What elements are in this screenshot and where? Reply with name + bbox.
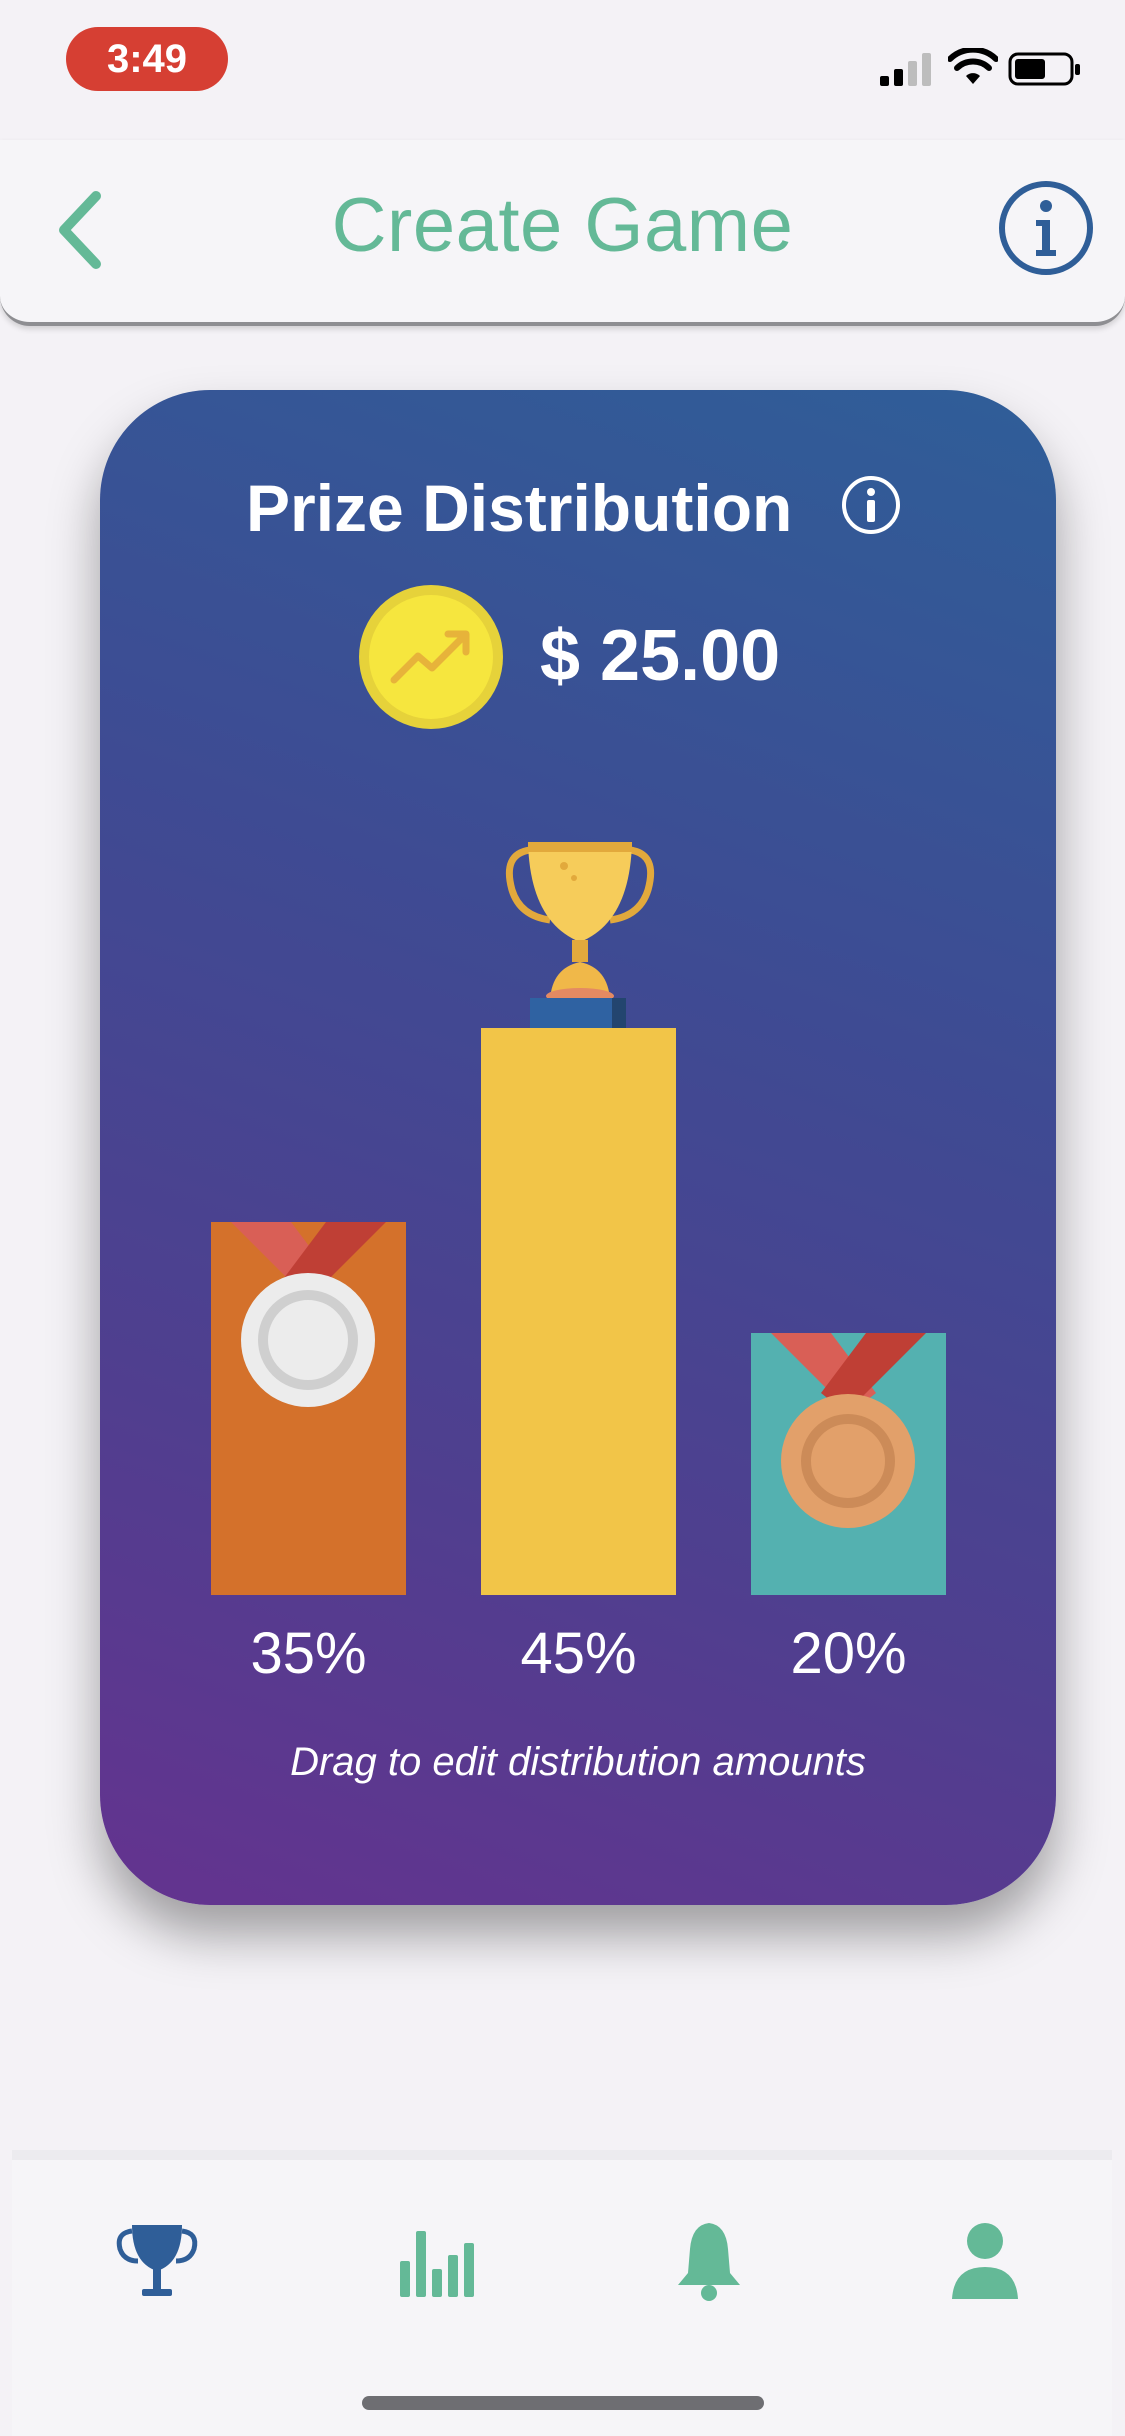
first-place-bar[interactable]	[481, 1028, 676, 1595]
first-place-percent: 45%	[520, 1621, 637, 1686]
wifi-icon	[948, 48, 998, 84]
bell-tab-icon[interactable]	[664, 2215, 754, 2305]
info-circle-icon[interactable]	[840, 474, 902, 536]
second-place-percent: 35%	[250, 1621, 367, 1686]
third-place-bar[interactable]	[751, 1333, 946, 1595]
home-indicator[interactable]	[362, 2396, 764, 2410]
cellular-signal-icon	[880, 53, 931, 86]
silver-medal-icon	[231, 1222, 386, 1407]
page-title: Create Game	[331, 183, 794, 268]
coin-icon	[359, 585, 503, 729]
battery-icon	[1008, 52, 1080, 86]
second-place-bar[interactable]	[211, 1222, 406, 1595]
status-bar: 3:49	[0, 0, 1125, 110]
trophy-pedestal	[530, 998, 626, 1028]
prize-distribution-card: Prize Distribution $ 25.00 35% 45% 20% D…	[100, 390, 1056, 1905]
bar-chart-tab-icon[interactable]	[390, 2215, 480, 2305]
info-circle-icon[interactable]	[996, 178, 1096, 278]
card-title: Prize Distribution	[246, 471, 793, 545]
bottom-tab-bar	[12, 2150, 1112, 2436]
third-place-percent: 20%	[790, 1621, 907, 1686]
trophy-tab-icon[interactable]	[112, 2215, 202, 2305]
status-time: 3:49	[66, 27, 228, 91]
person-tab-icon[interactable]	[940, 2215, 1030, 2305]
bronze-medal-icon	[771, 1333, 926, 1528]
prize-amount: $ 25.00	[540, 616, 781, 696]
navigation-header: Create Game	[0, 140, 1125, 326]
drag-hint: Drag to edit distribution amounts	[290, 1740, 866, 1784]
